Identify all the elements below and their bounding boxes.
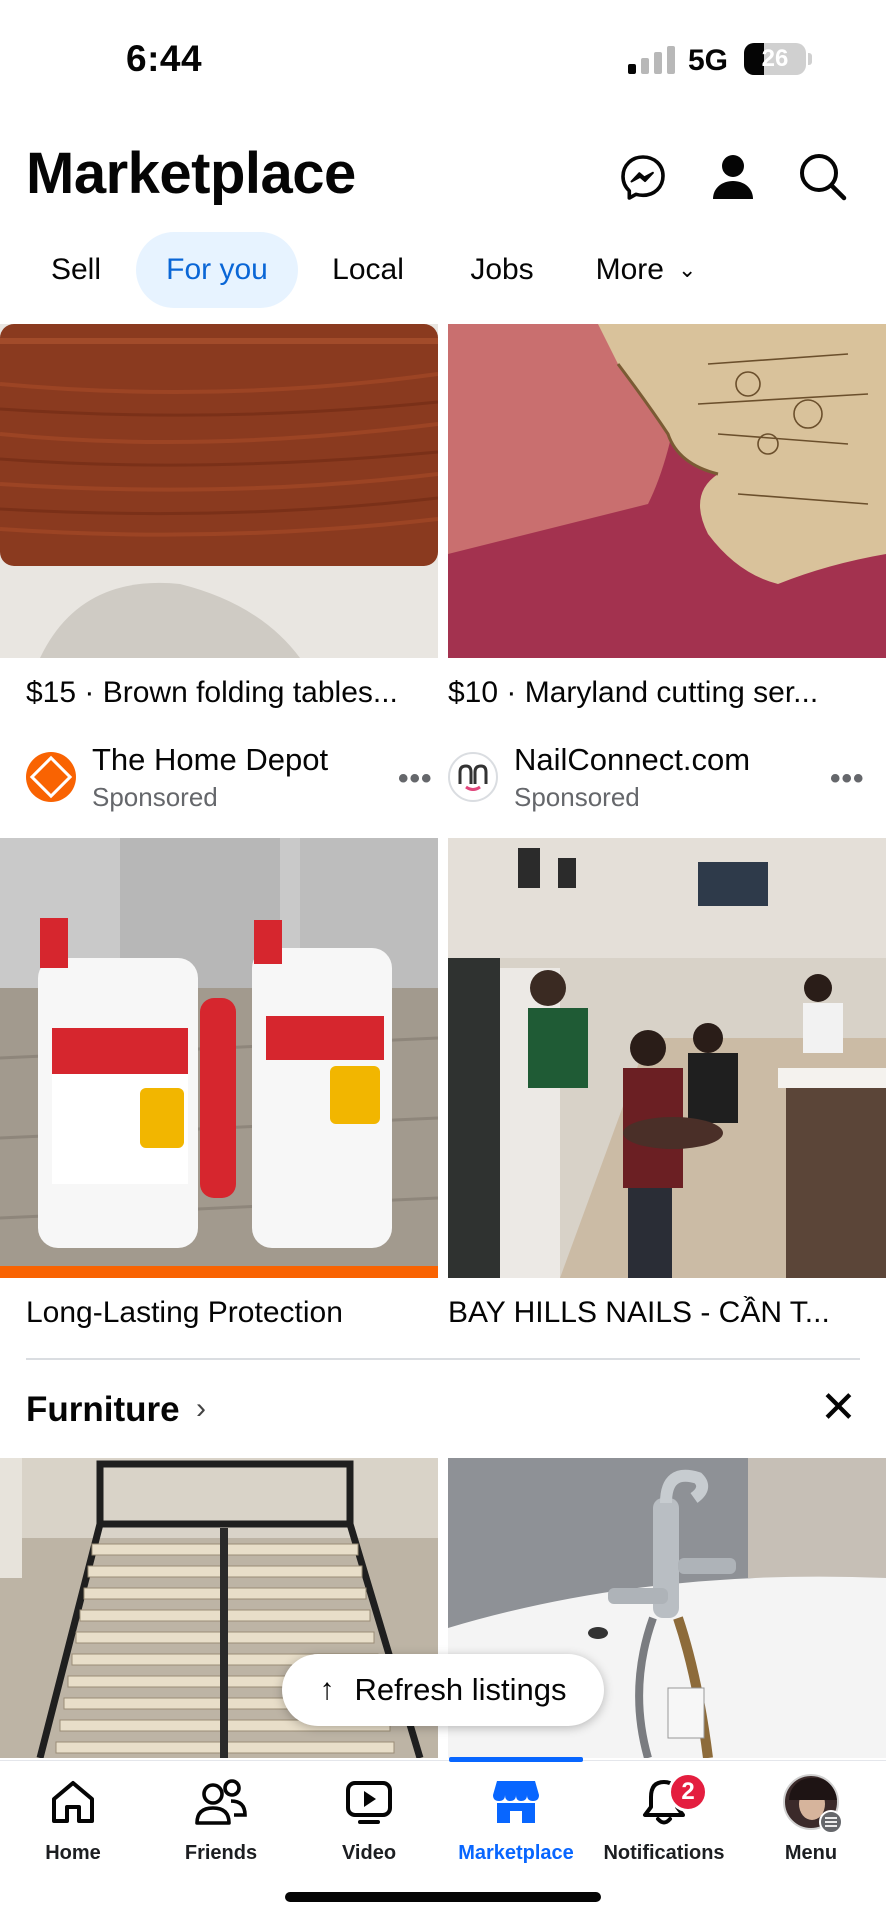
video-icon [341,1774,397,1830]
ad-image-insect-killer[interactable] [0,838,438,1278]
nav-label: Notifications [603,1842,725,1864]
nav-marketplace[interactable]: Marketplace [443,1774,589,1870]
nav-home[interactable]: Home [0,1774,146,1870]
tab-sell[interactable]: Sell [26,232,126,308]
battery-icon: 26 [744,43,806,75]
network-type: 5G [688,44,729,77]
ad-image-nail-salon[interactable] [448,838,886,1278]
nav-label: Video [341,1842,397,1864]
more-options-button[interactable]: ••• [398,762,433,796]
chevron-right-icon[interactable]: › [196,1392,206,1426]
ad-title[interactable]: BAY HILLS NAILS - CẦN T... [448,1296,860,1330]
profile-button[interactable] [704,148,762,206]
nav-label: Menu [784,1842,838,1864]
home-icon [45,1774,101,1830]
home-indicator [285,1892,601,1902]
nailconnect-logo[interactable] [448,752,498,802]
nav-label: Friends [184,1842,258,1864]
sponsored-label: Sponsored [92,782,218,812]
sponsored-label: Sponsored [514,782,640,812]
more-options-button[interactable]: ••• [830,762,865,796]
notification-badge: 2 [668,1772,708,1812]
tab-label: Jobs [470,253,534,286]
tab-local[interactable]: Local [312,232,424,308]
nav-active-indicator [449,1757,583,1762]
avatar [783,1774,843,1834]
seller-name[interactable]: NailConnect.com [514,742,750,778]
ad-title[interactable]: Long-Lasting Protection [26,1296,430,1330]
home-depot-logo[interactable] [26,752,76,802]
marketplace-icon [488,1774,544,1830]
listing-title[interactable]: $15 · Brown folding tables... [26,676,430,710]
section-divider [26,1358,860,1360]
nav-video[interactable]: Video [296,1774,442,1870]
tab-label: Local [332,253,404,286]
tab-label: For you [166,253,268,286]
listing-image-folding-table[interactable] [0,324,438,658]
tab-more[interactable]: More ⌄ [576,232,716,308]
nav-notifications[interactable]: Notifications [591,1774,737,1870]
section-title-furniture[interactable]: Furniture [26,1390,180,1430]
page-title: Marketplace [26,141,356,206]
seller-name[interactable]: The Home Depot [92,742,328,778]
tab-label: Sell [50,253,102,286]
nav-label: Marketplace [458,1842,574,1864]
person-icon [713,155,753,199]
close-section-button[interactable]: ✕ [820,1386,857,1430]
messenger-icon [621,155,665,200]
nav-menu[interactable]: Menu [738,1774,884,1870]
tab-jobs[interactable]: Jobs [446,232,558,308]
chevron-down-icon: ⌄ [677,257,697,282]
nav-friends[interactable]: Friends [148,1774,294,1870]
listing-title[interactable]: $10 · Maryland cutting ser... [448,676,860,710]
battery-tip [808,53,812,65]
arrow-up-icon: ↑ [319,1673,335,1706]
messenger-button[interactable] [614,148,672,206]
search-button[interactable] [794,148,852,206]
battery-level: 26 [761,45,789,72]
refresh-listings-button[interactable]: ↑ Refresh listings [282,1654,604,1726]
listing-image-maryland-board[interactable] [448,324,886,658]
friends-icon [193,1774,249,1830]
refresh-label: Refresh listings [354,1672,567,1707]
status-bar: 6:44 5G 26 [0,0,886,120]
signal-icon [628,46,676,74]
nav-label: Home [45,1842,101,1864]
search-icon [800,154,847,201]
tab-label: More [595,253,664,286]
menu-icon [819,1810,843,1834]
status-time: 6:44 [126,38,203,79]
tab-for-you[interactable]: For you [136,232,298,308]
